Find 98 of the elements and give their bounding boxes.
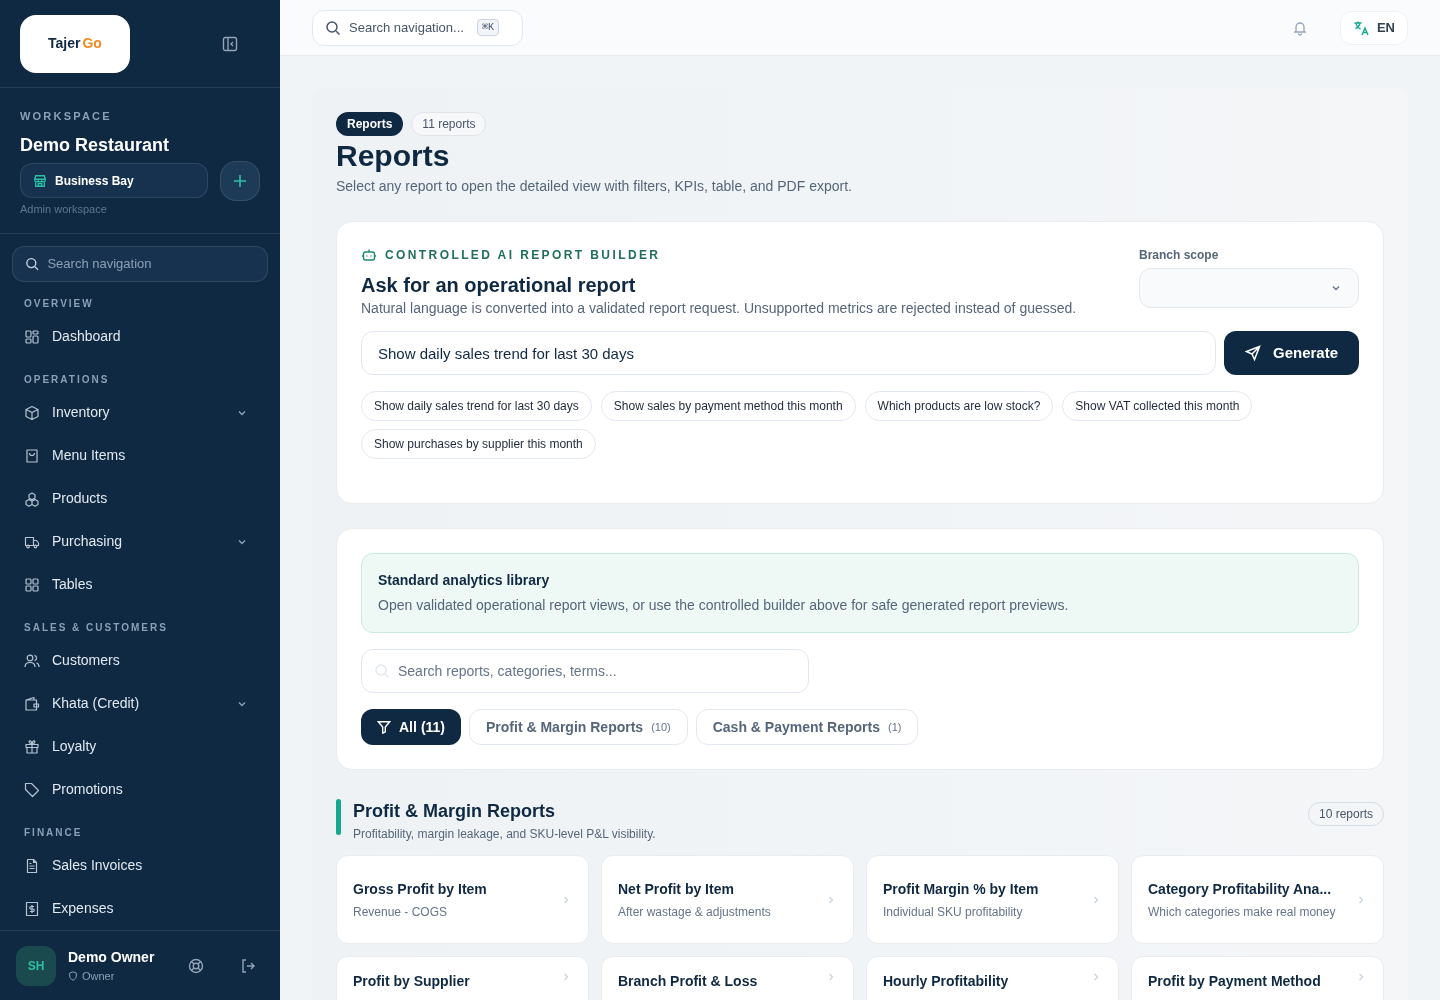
section-title: Profit & Margin Reports xyxy=(353,800,556,823)
suggestion-chip[interactable]: Show purchases by supplier this month xyxy=(361,429,596,459)
search-icon xyxy=(374,663,390,679)
suggestion-chip[interactable]: Show daily sales trend for last 30 days xyxy=(361,391,592,421)
report-description: Revenue - COGS xyxy=(353,904,449,920)
brand-logo[interactable]: TajerGo xyxy=(20,14,130,73)
report-title: Gross Profit by Item xyxy=(353,880,488,899)
search-icon xyxy=(325,19,341,36)
store-icon xyxy=(33,173,47,188)
nav-icon xyxy=(24,447,40,464)
search-field[interactable]: Search navigation... ⌘K xyxy=(312,9,523,46)
builder-title: Ask for an operational report xyxy=(361,273,637,298)
shield-icon xyxy=(68,971,78,981)
suggestion-chip[interactable]: Show VAT collected this month xyxy=(1062,391,1253,421)
role-note: Admin workspace xyxy=(20,201,108,217)
report-count-badge: 11 reports xyxy=(411,112,487,136)
nav-item[interactable]: Loyalty xyxy=(12,725,268,768)
report-title: Profit Margin % by Item xyxy=(883,880,1040,899)
user-avatar: SH xyxy=(16,945,56,986)
builder-eyebrow: CONTROLLED AI REPORT BUILDER xyxy=(385,247,661,264)
report-title: Hourly Profitability xyxy=(883,972,1010,991)
user-role: Owner xyxy=(82,968,115,984)
filter-tab[interactable]: Cash & Payment Reports (1) xyxy=(695,709,919,745)
search-input[interactable]: Search navigation... xyxy=(349,17,469,38)
report-card[interactable]: Category Profitability Ana... Which categories make real money xyxy=(1131,855,1384,944)
search-input[interactable]: Search reports, categories, terms... xyxy=(398,660,796,682)
query-input[interactable]: Show daily sales trend for last 30 days xyxy=(361,331,1216,375)
nav-item[interactable]: Khata (Credit) xyxy=(12,682,268,725)
nav-item[interactable]: Promotions xyxy=(12,768,268,811)
add-button[interactable] xyxy=(220,160,260,201)
language-button[interactable]: EN xyxy=(1339,10,1408,45)
nav-icon xyxy=(24,695,40,712)
report-card[interactable]: Net Profit by Item After wastage & adjustments xyxy=(601,855,854,944)
page-subtitle: Select any report to open the detailed view with filters, KPIs, table, and PDF export. xyxy=(336,177,853,196)
report-card[interactable]: Gross Profit by Item Revenue - COGS xyxy=(336,855,589,944)
report-title: Category Profitability Ana... xyxy=(1148,880,1333,899)
nav-icon xyxy=(24,490,40,507)
report-description: Which categories make real money xyxy=(1148,904,1337,920)
banner-description: Open validated operational report views, or use the controlled builder above for safe generated report previews. xyxy=(378,596,1070,615)
robot-icon xyxy=(361,247,377,263)
nav-item[interactable]: Menu Items xyxy=(12,434,268,477)
workspace-name: Demo Restaurant xyxy=(20,133,171,157)
nav-item[interactable]: Products xyxy=(12,477,268,520)
filter-tab[interactable]: All (11) xyxy=(361,709,461,745)
branch-selector[interactable]: Business Bay xyxy=(20,163,208,198)
report-card[interactable]: Profit by Payment Method xyxy=(1131,956,1384,1000)
search-icon xyxy=(25,256,40,272)
nav-item[interactable]: Expenses xyxy=(12,887,268,930)
suggestion-chip[interactable]: Which products are low stock? xyxy=(864,391,1054,421)
filter-icon xyxy=(377,720,391,734)
section-heading: OPERATIONS xyxy=(23,373,111,387)
logout-icon[interactable] xyxy=(240,957,256,974)
suggestion-chip[interactable]: Show sales by payment method this month xyxy=(600,391,856,421)
report-title: Profit by Payment Method xyxy=(1148,972,1322,991)
builder-description: Natural language is converted into a validated report request. Unsupported metrics are rejected instead of guessed. xyxy=(361,299,1078,318)
filter-tab[interactable]: Profit & Margin Reports (10) xyxy=(469,709,688,745)
plus-icon xyxy=(232,172,248,189)
nav-icon xyxy=(24,857,40,874)
nav-item[interactable]: Sales Invoices xyxy=(12,844,268,887)
shortcut-key: ⌘K xyxy=(477,19,500,36)
section-heading: OVERVIEW xyxy=(23,297,95,311)
nav-icon xyxy=(24,738,40,755)
nav-icon xyxy=(24,328,40,345)
send-icon xyxy=(1244,345,1261,361)
section-description: Profitability, margin leakage, and SKU-level P&L visibility. xyxy=(353,826,657,843)
report-description: Individual SKU profitability xyxy=(883,904,1024,920)
page-badge: Reports xyxy=(336,112,404,136)
report-title: Branch Profit & Loss xyxy=(618,972,759,991)
report-card[interactable]: Profit by Supplier xyxy=(336,956,589,1000)
translate-icon xyxy=(1352,19,1369,36)
report-title: Profit by Supplier xyxy=(353,972,471,991)
section-heading: FINANCE xyxy=(23,826,84,840)
sidebar-toggle-icon[interactable] xyxy=(222,35,238,52)
generate-button[interactable]: Generate xyxy=(1224,331,1359,375)
report-title: Net Profit by Item xyxy=(618,880,735,899)
report-card[interactable]: Hourly Profitability xyxy=(866,956,1119,1000)
section-heading: SALES & CUSTOMERS xyxy=(23,621,169,635)
nav-icon xyxy=(24,576,40,593)
field-label: Branch scope xyxy=(1139,247,1220,264)
nav-item[interactable]: Customers xyxy=(12,639,268,682)
nav-item[interactable]: Dashboard xyxy=(12,315,268,358)
report-description: After wastage & adjustments xyxy=(618,904,772,920)
search-field[interactable]: Search reports, categories, terms... xyxy=(361,649,809,693)
search-input[interactable]: Search navigation xyxy=(47,254,255,274)
nav-icon xyxy=(24,652,40,669)
section-heading: WORKSPACE xyxy=(20,109,113,124)
user-name: Demo Owner xyxy=(68,947,156,967)
nav-item[interactable]: Tables xyxy=(12,563,268,606)
page-title: Reports xyxy=(336,138,451,174)
report-card[interactable]: Profit Margin % by Item Individual SKU profitability xyxy=(866,855,1119,944)
help-icon[interactable] xyxy=(188,957,204,974)
nav-item[interactable]: Inventory xyxy=(12,391,268,434)
nav-icon xyxy=(24,404,40,421)
report-card[interactable]: Branch Profit & Loss xyxy=(601,956,854,1000)
nav-icon xyxy=(24,781,40,798)
nav-icon xyxy=(24,900,40,917)
banner-title: Standard analytics library xyxy=(378,571,551,590)
nav-item[interactable]: Purchasing xyxy=(12,520,268,563)
